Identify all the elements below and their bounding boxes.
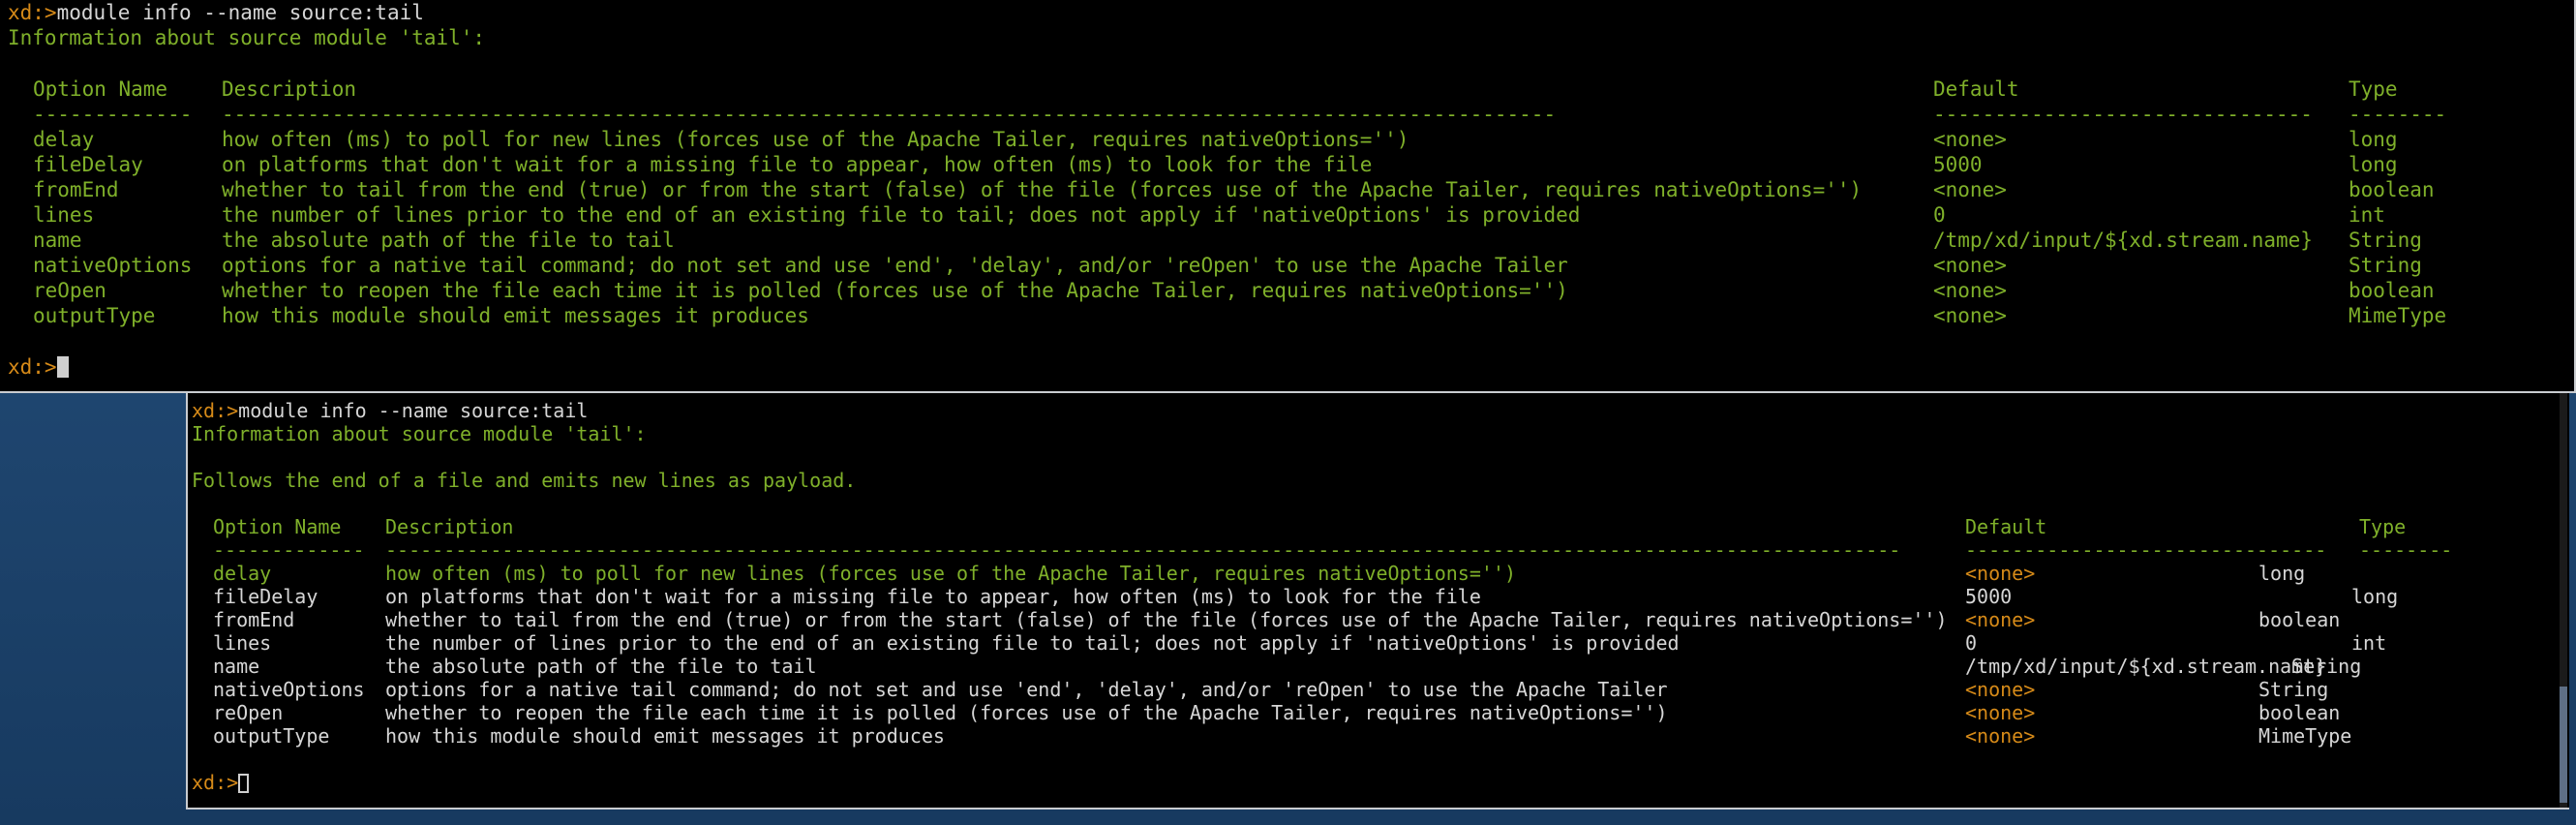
default-cell: 0 <box>1933 203 1946 227</box>
default-cell: 5000 <box>1965 585 2013 608</box>
info-line: Information about source module 'tail': <box>192 422 647 445</box>
dash-default: ------------------------------- <box>1933 103 2313 126</box>
end-prompt-line: xd:> <box>192 771 250 794</box>
prompt: xd:> <box>8 355 57 379</box>
type-cell: int <box>2349 203 2385 227</box>
summary-line: Follows the end of a file and emits new … <box>192 469 857 492</box>
default-cell: <none> <box>1965 562 2036 585</box>
type-cell: String <box>2349 229 2422 252</box>
option-name-cell: fromEnd <box>213 608 295 631</box>
dash-type: -------- <box>2349 103 2447 126</box>
type-cell: MimeType <box>2349 304 2447 327</box>
option-name-cell: lines <box>33 203 95 227</box>
description-cell: how often (ms) to poll for new lines (fo… <box>385 562 1516 585</box>
option-name-cell: nativeOptions <box>33 254 193 277</box>
description-cell: how this module should emit messages it … <box>385 724 945 748</box>
header-description: Description <box>385 515 514 538</box>
description-cell: whether to tail from the end (true) or f… <box>385 608 1948 631</box>
terminal-window-back[interactable]: xd:>module info --name source:tail Infor… <box>186 391 2569 810</box>
command-line: xd:>module info --name source:tail <box>192 399 588 422</box>
header-type: Type <box>2349 77 2398 101</box>
dash-type: -------- <box>2359 538 2453 562</box>
option-name-cell: lines <box>213 631 272 655</box>
option-name-cell: name <box>33 229 82 252</box>
type-cell: long <box>2349 128 2398 151</box>
dash-description: ----------------------------------------… <box>385 538 1901 562</box>
description-cell: the number of lines prior to the end of … <box>222 203 1581 227</box>
type-cell: String <box>2349 254 2422 277</box>
scrollbar[interactable] <box>2560 391 2567 808</box>
description-cell: how often (ms) to poll for new lines (fo… <box>222 128 1409 151</box>
default-cell: <none> <box>1933 304 2007 327</box>
default-cell: 0 <box>1965 631 1978 655</box>
type-cell: String <box>2291 655 2362 678</box>
option-name-cell: delay <box>213 562 272 585</box>
default-cell: <none> <box>1965 678 2036 701</box>
header-description: Description <box>222 77 357 101</box>
header-default: Default <box>1965 515 2047 538</box>
description-cell: on platforms that don't wait for a missi… <box>385 585 1481 608</box>
description-cell: the number of lines prior to the end of … <box>385 631 1680 655</box>
description-cell: options for a native tail command; do no… <box>222 254 1568 277</box>
default-cell: /tmp/xd/input/${xd.stream.name} <box>1933 229 2313 252</box>
dash-option-name: ------------- <box>213 538 365 562</box>
option-name-cell: name <box>213 655 260 678</box>
command-line: xd:>module info --name source:tail <box>8 0 424 25</box>
text-cursor[interactable] <box>238 774 250 793</box>
text-cursor[interactable] <box>56 356 69 378</box>
option-name-cell: fromEnd <box>33 178 119 201</box>
option-name-cell: delay <box>33 128 95 151</box>
description-cell: whether to reopen the file each time it … <box>222 279 1568 302</box>
description-cell: how this module should emit messages it … <box>222 304 809 327</box>
option-name-cell: outputType <box>33 304 156 327</box>
type-cell: long <box>2351 585 2399 608</box>
default-cell: /tmp/xd/input/${xd.stream.name} <box>1965 655 2327 678</box>
header-option-name: Option Name <box>213 515 342 538</box>
command-text: module info --name source:tail <box>56 1 424 24</box>
default-cell: <none> <box>1965 701 2036 724</box>
terminal-window-front[interactable]: xd:>module info --name source:tail Infor… <box>0 0 2576 393</box>
dash-default: ------------------------------- <box>1965 538 2327 562</box>
option-name-cell: nativeOptions <box>213 678 365 701</box>
end-prompt-line: xd:> <box>8 354 69 380</box>
type-cell: long <box>2349 153 2398 176</box>
option-name-cell: fileDelay <box>33 153 143 176</box>
header-option-name: Option Name <box>33 77 168 101</box>
header-default: Default <box>1933 77 2019 101</box>
description-cell: the absolute path of the file to tail <box>222 229 675 252</box>
dash-description: ----------------------------------------… <box>222 103 1557 126</box>
command-text: module info --name source:tail <box>238 399 589 422</box>
type-cell: boolean <box>2258 701 2341 724</box>
description-cell: whether to reopen the file each time it … <box>385 701 1668 724</box>
default-cell: <none> <box>1933 279 2007 302</box>
default-cell: <none> <box>1933 178 2007 201</box>
type-cell: int <box>2351 631 2387 655</box>
type-cell: boolean <box>2258 608 2341 631</box>
prompt: xd:> <box>192 771 239 794</box>
type-cell: MimeType <box>2258 724 2352 748</box>
type-cell: boolean <box>2349 178 2435 201</box>
prompt: xd:> <box>192 399 239 422</box>
prompt: xd:> <box>8 1 57 24</box>
option-name-cell: reOpen <box>213 701 284 724</box>
info-line: Information about source module 'tail': <box>8 26 486 49</box>
option-name-cell: reOpen <box>33 279 106 302</box>
option-name-cell: fileDelay <box>213 585 318 608</box>
type-cell: boolean <box>2349 279 2435 302</box>
description-cell: whether to tail from the end (true) or f… <box>222 178 1863 201</box>
default-cell: <none> <box>1933 128 2007 151</box>
default-cell: <none> <box>1965 608 2036 631</box>
type-cell: long <box>2258 562 2306 585</box>
description-cell: on platforms that don't wait for a missi… <box>222 153 1373 176</box>
option-name-cell: outputType <box>213 724 330 748</box>
scrollbar-thumb[interactable] <box>2560 687 2567 803</box>
type-cell: String <box>2258 678 2329 701</box>
default-cell: 5000 <box>1933 153 1983 176</box>
description-cell: the absolute path of the file to tail <box>385 655 817 678</box>
default-cell: <none> <box>1965 724 2036 748</box>
header-type: Type <box>2359 515 2407 538</box>
description-cell: options for a native tail command; do no… <box>385 678 1668 701</box>
dash-option-name: ------------- <box>33 103 193 126</box>
default-cell: <none> <box>1933 254 2007 277</box>
